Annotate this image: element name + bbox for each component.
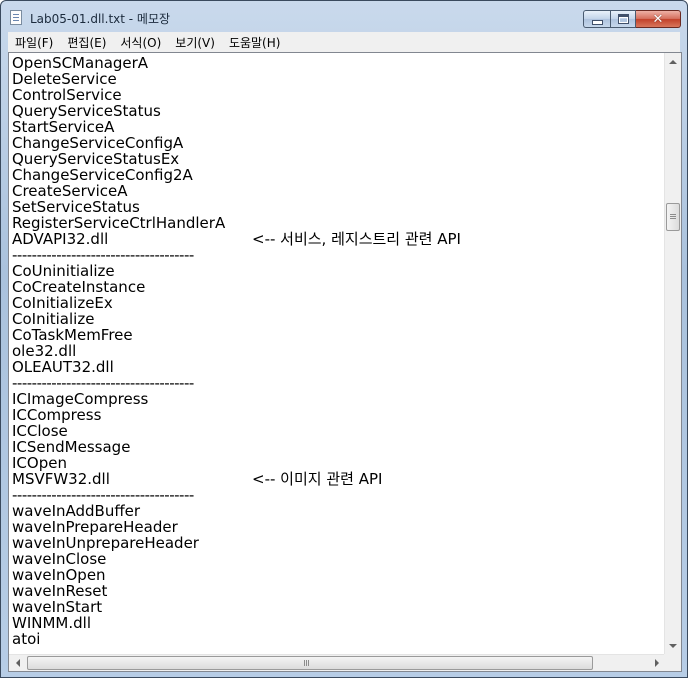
notepad-icon: [10, 10, 22, 25]
close-icon: ✕: [652, 11, 664, 27]
text-line: OLEAUT32.dll: [12, 359, 225, 375]
text-line: WINMM.dll: [12, 615, 225, 631]
notepad-window: Lab05-01.dll.txt - 메모장 ✕ 파일(F) 편집(E) 서식(…: [0, 0, 688, 678]
text-line: ICSendMessage: [12, 439, 225, 455]
text-line: SetServiceStatus: [12, 199, 225, 215]
text-line: waveInReset: [12, 583, 225, 599]
text-line: DeleteService: [12, 71, 225, 87]
menu-view[interactable]: 보기(V): [168, 34, 222, 51]
menu-bar: 파일(F) 편집(E) 서식(O) 보기(V) 도움말(H): [8, 32, 680, 53]
text-line: CreateServiceA: [12, 183, 225, 199]
text-line: -------------------------------------: [12, 247, 225, 263]
maximize-button[interactable]: [610, 10, 636, 28]
text-line: CoCreateInstance: [12, 279, 225, 295]
title-bar[interactable]: Lab05-01.dll.txt - 메모장 ✕: [1, 1, 687, 31]
horizontal-scroll-thumb[interactable]: [27, 656, 593, 670]
text-line: ICImageCompress: [12, 391, 225, 407]
text-line: -------------------------------------: [12, 375, 225, 391]
text-line: QueryServiceStatus: [12, 103, 225, 119]
text-line: ChangeServiceConfigA: [12, 135, 225, 151]
minimize-icon: [591, 19, 603, 25]
text-line: -------------------------------------: [12, 487, 225, 503]
text-line: QueryServiceStatusEx: [12, 151, 225, 167]
text-editor[interactable]: OpenSCManagerA DeleteService ControlServic…: [9, 53, 665, 654]
text-line: StartServiceA: [12, 119, 225, 135]
line-text: atoi: [12, 630, 41, 648]
text-line: waveInPrepareHeader: [12, 519, 225, 535]
text-line: CoTaskMemFree: [12, 327, 225, 343]
menu-help[interactable]: 도움말(H): [222, 34, 288, 51]
caption-buttons: ✕: [583, 10, 681, 31]
text-line: ICOpen: [12, 455, 225, 471]
document-text: OpenSCManagerA DeleteService ControlServic…: [12, 55, 461, 647]
text-line: CoInitialize: [12, 311, 225, 327]
maximize-icon: [617, 14, 629, 24]
text-line: ICCompress: [12, 407, 225, 423]
annotation-text: <-- 이미지 관련 API: [252, 470, 383, 488]
scroll-up-button[interactable]: [665, 53, 681, 70]
annotation-text: <-- 서비스, 레지스트리 관련 API: [252, 230, 461, 248]
minimize-button[interactable]: [583, 10, 610, 28]
text-line: MSVFW32.dll <-- 이미지 관련 API: [12, 471, 382, 487]
text-line: atoi: [12, 631, 225, 647]
arrow-down-icon: [669, 643, 677, 648]
menu-format[interactable]: 서식(O): [113, 34, 168, 51]
vertical-scrollbar[interactable]: [664, 53, 681, 654]
text-line: ADVAPI32.dll <-- 서비스, 레지스트리 관련 API: [12, 231, 461, 247]
arrow-right-icon: [654, 659, 659, 667]
text-line: ICClose: [12, 423, 225, 439]
text-line: waveInAddBuffer: [12, 503, 225, 519]
scroll-right-button[interactable]: [648, 655, 665, 671]
text-line: OpenSCManagerA: [12, 55, 225, 71]
text-line: ole32.dll: [12, 343, 225, 359]
text-line: ChangeServiceConfig2A: [12, 167, 225, 183]
scrollbar-corner: [664, 654, 681, 671]
text-line: waveInOpen: [12, 567, 225, 583]
menu-edit[interactable]: 편집(E): [60, 34, 113, 51]
editor-client: OpenSCManagerA DeleteService ControlServic…: [8, 52, 682, 672]
text-line: waveInClose: [12, 551, 225, 567]
vertical-scroll-thumb[interactable]: [666, 203, 680, 231]
text-line: RegisterServiceCtrlHandlerA: [12, 215, 225, 231]
close-button[interactable]: ✕: [636, 10, 681, 28]
text-line: CoInitializeEx: [12, 295, 225, 311]
arrow-up-icon: [669, 59, 677, 64]
text-line: waveInStart: [12, 599, 225, 615]
text-line: ControlService: [12, 87, 225, 103]
window-title: Lab05-01.dll.txt - 메모장: [30, 12, 171, 26]
arrow-left-icon: [15, 659, 20, 667]
scroll-down-button[interactable]: [665, 637, 681, 654]
text-line: waveInUnprepareHeader: [12, 535, 225, 551]
scroll-left-button[interactable]: [9, 655, 26, 671]
horizontal-scrollbar[interactable]: [9, 654, 665, 671]
menu-file[interactable]: 파일(F): [8, 34, 60, 51]
text-line: CoUninitialize: [12, 263, 225, 279]
